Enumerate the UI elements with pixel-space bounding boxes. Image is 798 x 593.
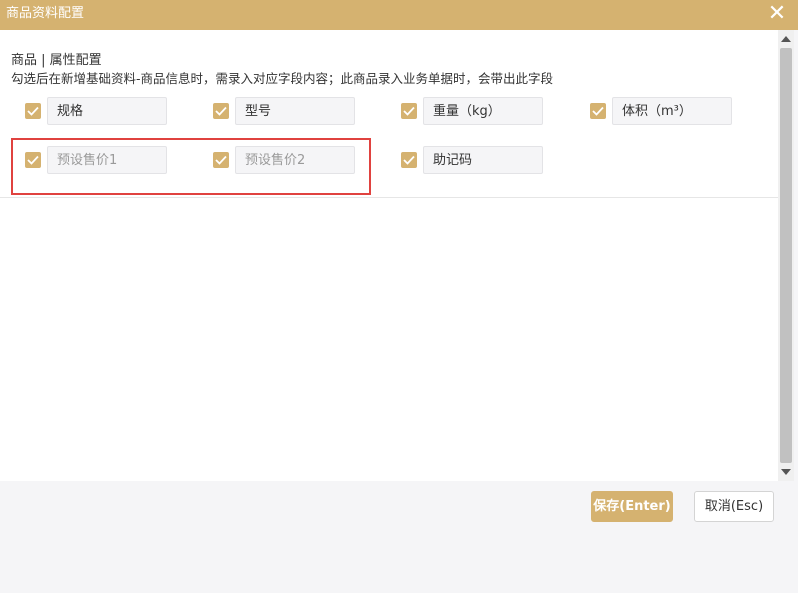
- checkmark-icon: [403, 155, 415, 165]
- field-label-model: 型号: [235, 97, 355, 125]
- field-label-spec: 规格: [47, 97, 167, 125]
- field-volume: 体积（m³）: [590, 97, 740, 127]
- field-label-volume: 体积（m³）: [612, 97, 732, 125]
- scrollbar-thumb[interactable]: [780, 48, 792, 463]
- section-title: 商品 | 属性配置: [11, 53, 102, 68]
- checkmark-icon: [27, 106, 39, 116]
- checkbox-weight[interactable]: [401, 103, 417, 119]
- checkmark-icon: [403, 106, 415, 116]
- field-label-weight: 重量（kg）: [423, 97, 543, 125]
- divider: [0, 197, 778, 198]
- cancel-button[interactable]: 取消(Esc): [694, 491, 774, 522]
- dialog-title: 商品资料配置: [6, 6, 85, 21]
- checkmark-icon: [215, 106, 227, 116]
- field-spec: 规格: [25, 97, 175, 127]
- checkbox-spec[interactable]: [25, 103, 41, 119]
- checkbox-model[interactable]: [213, 103, 229, 119]
- scroll-down-arrow-icon[interactable]: [781, 469, 791, 475]
- field-mnemonic: 助记码: [401, 146, 551, 176]
- checkbox-mnemonic[interactable]: [401, 152, 417, 168]
- checkmark-icon: [592, 106, 604, 116]
- dialog-titlebar: 商品资料配置 ✕: [0, 0, 798, 30]
- field-label-mnemonic: 助记码: [423, 146, 543, 174]
- checkbox-volume[interactable]: [590, 103, 606, 119]
- close-icon[interactable]: ✕: [766, 3, 788, 25]
- dialog-content: 商品 | 属性配置 勾选后在新增基础资料-商品信息时，需录入对应字段内容；此商品…: [0, 30, 778, 481]
- highlight-box: [11, 138, 371, 195]
- section-description: 勾选后在新增基础资料-商品信息时，需录入对应字段内容；此商品录入业务单据时，会带…: [11, 71, 554, 86]
- field-weight: 重量（kg）: [401, 97, 551, 127]
- field-model: 型号: [213, 97, 363, 127]
- vertical-scrollbar[interactable]: [778, 30, 794, 481]
- scroll-up-arrow-icon[interactable]: [781, 36, 791, 42]
- save-button[interactable]: 保存(Enter): [591, 491, 673, 522]
